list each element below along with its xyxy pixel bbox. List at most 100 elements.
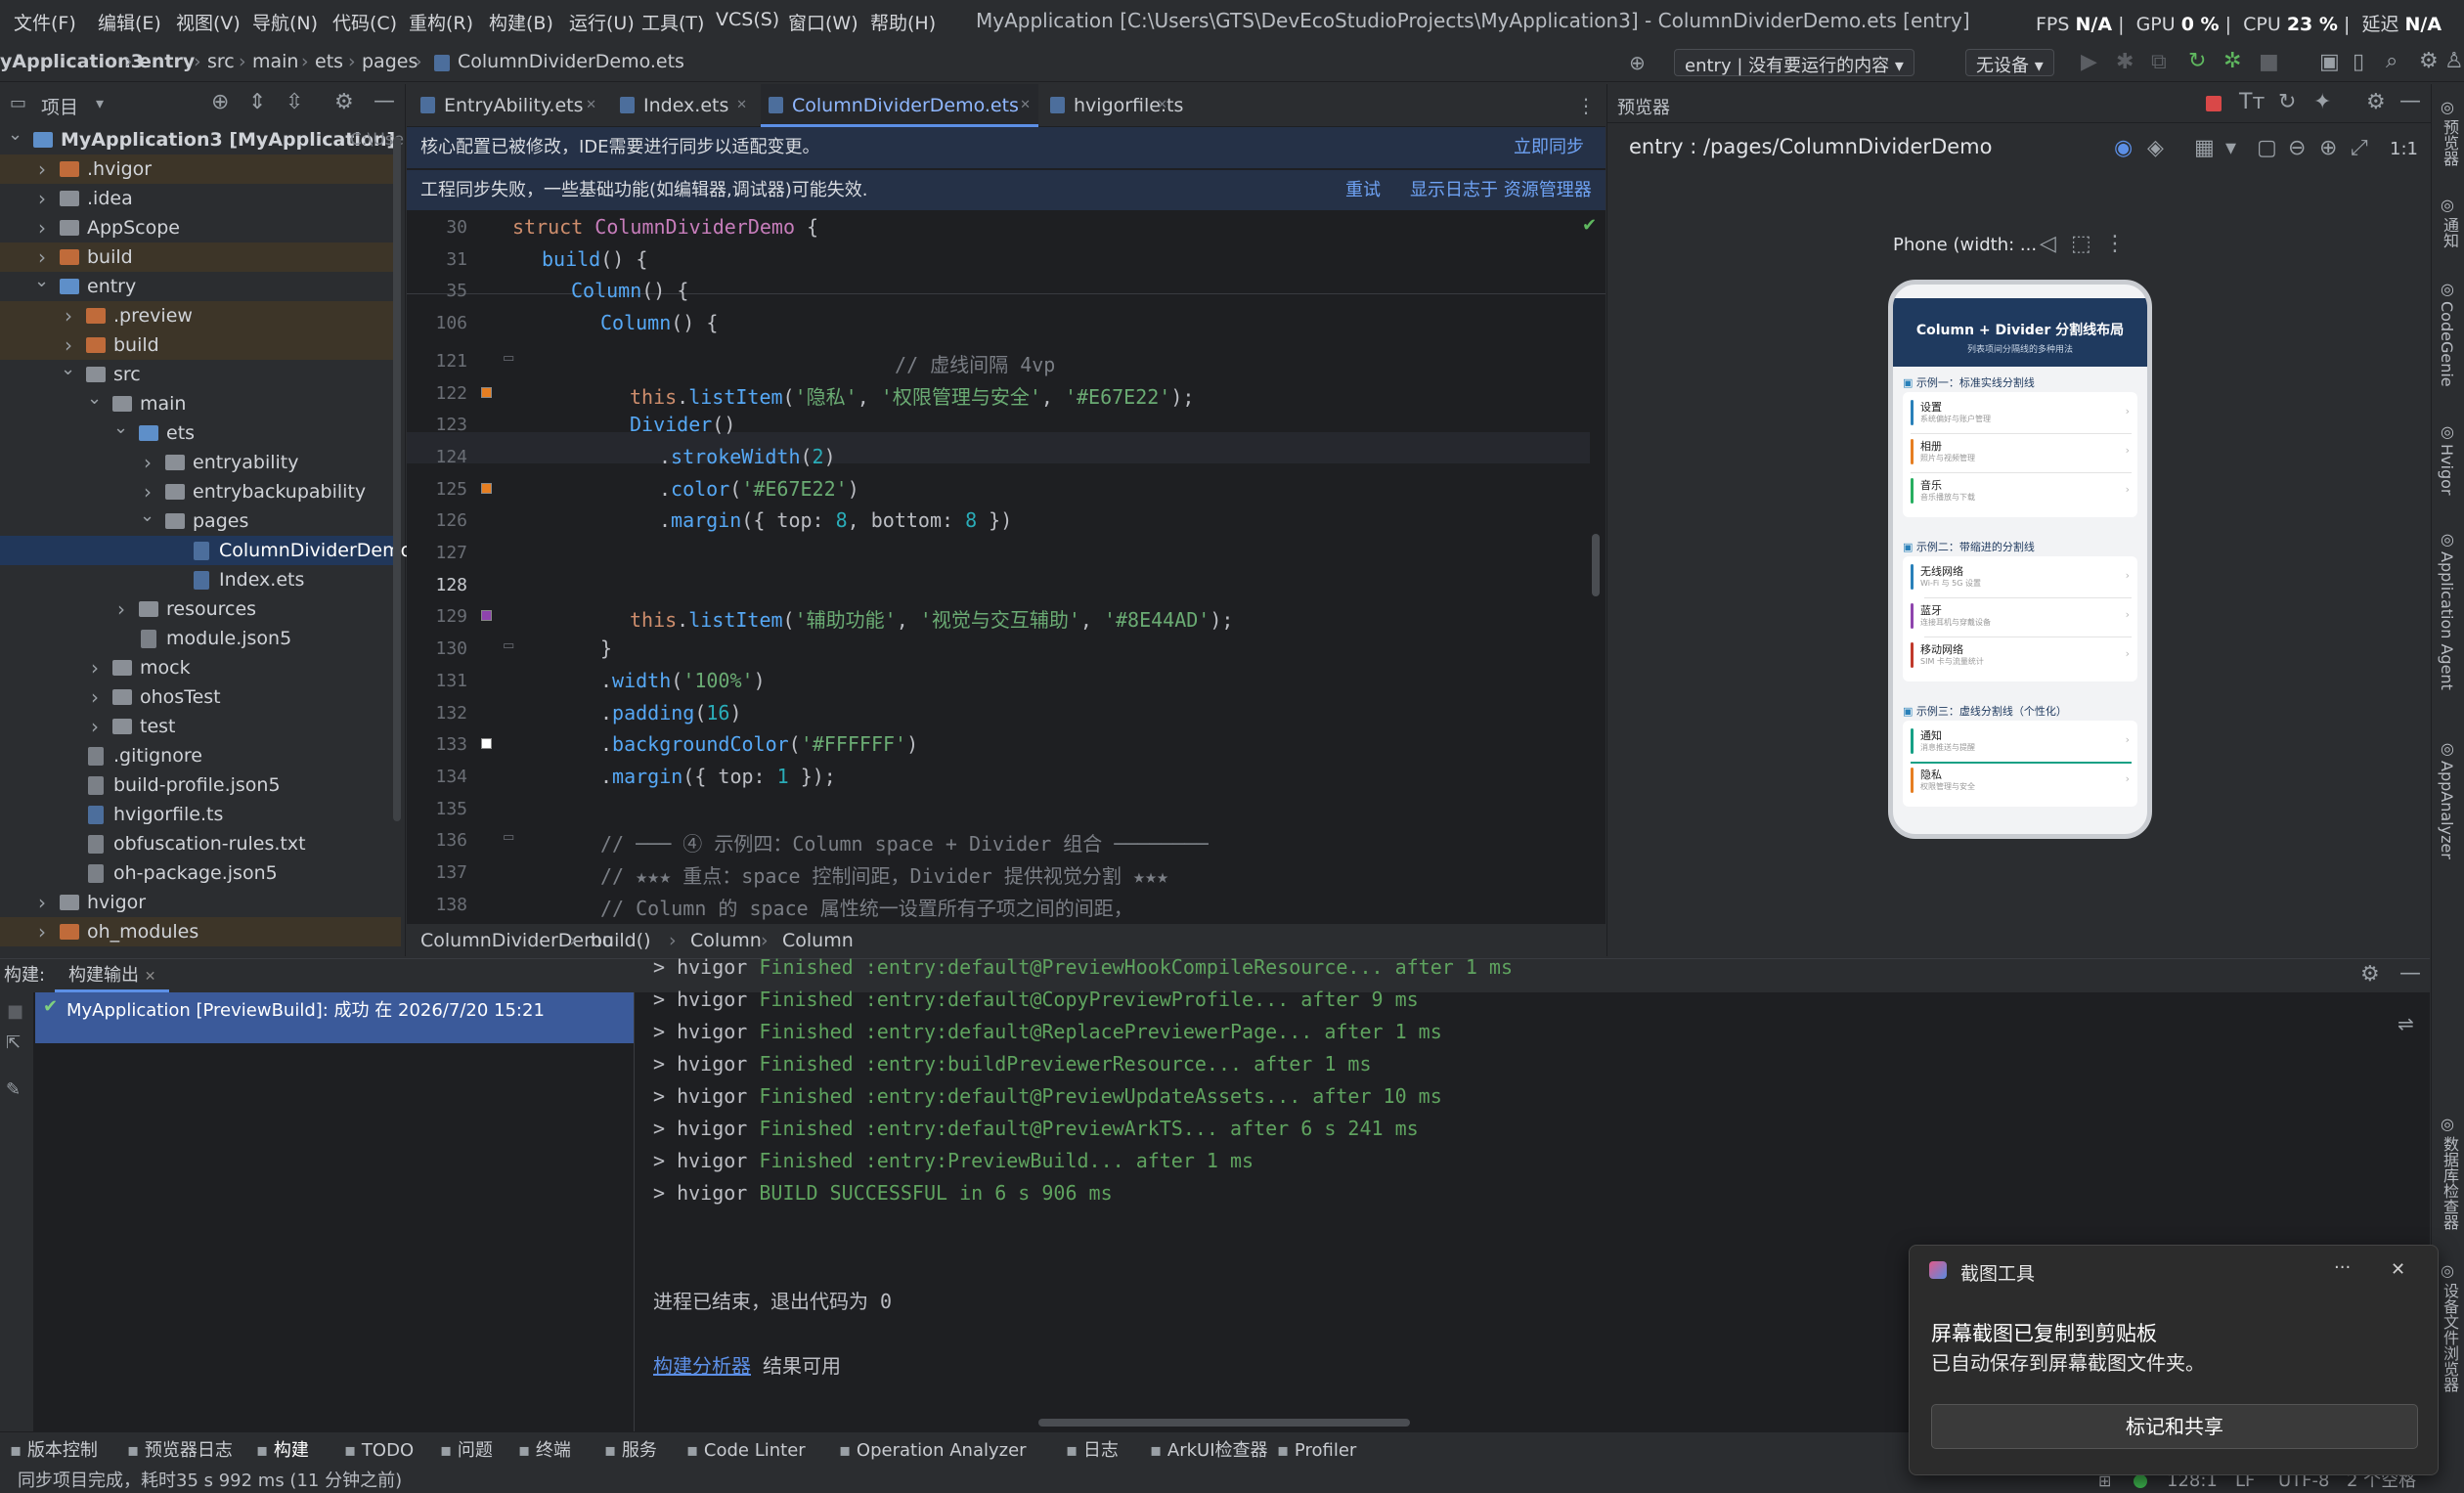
minimize-icon[interactable]: — — [374, 90, 395, 113]
tool-label[interactable]: Hvigor — [2438, 444, 2456, 495]
code-line[interactable]: // 虚线间隔 4vp — [600, 349, 1055, 377]
code-line[interactable]: .margin({ top: 1 }); — [600, 765, 836, 788]
fit-screen-icon[interactable]: ▢ — [2257, 137, 2277, 160]
list-item[interactable]: 相册 照片与视频管理 › — [1911, 435, 2132, 473]
pin-icon[interactable]: ✎ — [6, 1078, 21, 1102]
chevron-right-icon[interactable]: › — [117, 594, 125, 624]
list-item[interactable]: 蓝牙 连接耳机与穿戴设备 › — [1911, 599, 2132, 637]
soft-wrap-icon[interactable]: ⇌ — [2398, 1012, 2414, 1035]
tree-row[interactable]: › entrybackupability — [0, 477, 401, 506]
list-item[interactable]: 无线网络 Wi-Fi 与 5G 设置 › — [1911, 560, 2132, 598]
tree-row[interactable]: Index.ets — [0, 565, 401, 594]
chevron-right-icon[interactable]: › — [65, 301, 72, 330]
editor-crumb[interactable]: Column — [690, 924, 762, 957]
back-icon[interactable]: ◁ — [2040, 233, 2056, 256]
font-size-icon[interactable]: Tт — [2239, 91, 2265, 114]
tree-row[interactable]: › .preview — [0, 301, 401, 330]
code-line[interactable]: .margin({ top: 8, bottom: 8 }) — [659, 508, 1012, 532]
device-file-icon[interactable]: ◎ — [2441, 1261, 2454, 1280]
more-options-icon[interactable]: ⋮ — [1576, 94, 1596, 117]
tree-row[interactable]: › .hvigor — [0, 154, 401, 184]
phone-frame[interactable]: Column + Divider 分割线布局 列表项间分隔线的多种用法 ▣ 示例… — [1888, 280, 2152, 839]
tool-window-button[interactable]: ▪ ArkUI检查器 — [1150, 1432, 1268, 1470]
code-line[interactable]: .color('#E67E22') — [659, 477, 859, 501]
menu-item[interactable]: 编辑(E) — [98, 9, 161, 35]
chevron-down-icon[interactable]: ⌄ — [8, 120, 22, 150]
list-item[interactable]: 设置 系统偏好与账户管理 › — [1911, 396, 2132, 434]
close-icon[interactable]: ✕ — [1020, 84, 1031, 127]
chevron-down-icon[interactable]: ▾ — [2225, 137, 2236, 160]
chevron-down-icon[interactable]: ▾ — [96, 92, 104, 115]
code-line[interactable]: // ★★★ 重点：space 控制间距，Divider 提供视觉分割 ★★★ — [600, 860, 1168, 889]
code-line[interactable]: Column() { — [571, 279, 688, 302]
eye-icon[interactable]: ◎ — [2441, 98, 2454, 116]
tree-row[interactable]: ⌄ MyApplication3 [MyApplication] C:\Use — [0, 124, 404, 154]
tool-window-button[interactable]: ▪ 问题 — [440, 1432, 493, 1470]
tool-window-button[interactable]: ▪ 构建 — [256, 1432, 309, 1470]
tool-label[interactable]: Application Agent — [2438, 551, 2456, 690]
tree-row[interactable]: › build — [0, 242, 401, 272]
list-item[interactable]: 音乐 音乐播放与下载 › — [1911, 474, 2132, 507]
project-structure-icon[interactable]: ▣ — [2319, 51, 2340, 74]
code-line[interactable]: .strokeWidth(2) — [659, 445, 836, 468]
hvigor-icon[interactable]: ◎ — [2441, 422, 2454, 441]
sync-now-link[interactable]: 立即同步 — [1514, 127, 1584, 168]
locate-file-icon[interactable]: ⊕ — [211, 91, 229, 114]
menu-item[interactable]: 导航(N) — [252, 9, 318, 35]
chevron-down-icon[interactable]: ⌄ — [140, 502, 154, 531]
attach-debugger-icon[interactable]: ⧉ — [2151, 51, 2167, 74]
zoom-ratio[interactable]: 1:1 — [2390, 139, 2418, 159]
build-output-tab[interactable]: 构建输出 ✕ — [55, 959, 170, 992]
tool-label[interactable]: AppAnalyzer — [2438, 761, 2456, 859]
code-line[interactable]: this.listItem('隐私', '权限管理与安全', '#E67E22'… — [630, 381, 1194, 410]
gear-icon[interactable]: ⚙ — [2419, 50, 2439, 73]
bell-icon[interactable]: ◎ — [2441, 196, 2454, 214]
fold-icon[interactable]: ▭ — [503, 830, 514, 845]
stop-preview-icon[interactable] — [2206, 96, 2222, 111]
editor-tab[interactable]: Index.ets ✕ — [612, 84, 755, 127]
project-panel-title[interactable]: 项目 — [41, 93, 78, 119]
tool-window-button[interactable]: ▪ 预览器日志 — [127, 1432, 233, 1470]
list-item[interactable]: 通知 消息推送与提醒 › — [1911, 725, 2132, 764]
tool-window-button[interactable]: ▪ TODO — [344, 1432, 414, 1470]
health-indicator-icon[interactable] — [2134, 1474, 2147, 1488]
menu-item[interactable]: 构建(B) — [489, 9, 553, 35]
tool-label[interactable]: 预览器 — [2438, 119, 2461, 166]
sync-bug-icon[interactable]: ✲ — [2223, 50, 2241, 73]
code-line[interactable]: // Column 的 space 属性统一设置所有子项之间的间距， — [600, 893, 1133, 921]
tool-label[interactable]: 通知 — [2438, 217, 2461, 248]
build-analyzer-link[interactable]: 构建分析器 — [653, 1354, 751, 1378]
codegenie-icon[interactable]: ◎ — [2441, 280, 2454, 298]
tree-row[interactable]: module.json5 — [0, 624, 401, 653]
tree-row[interactable]: ⌄ entry — [0, 271, 401, 301]
code-line[interactable]: // ─── ④ 示例四：Column space + Divider 组合 ─… — [600, 828, 1209, 856]
close-icon[interactable]: ✕ — [1157, 84, 1167, 127]
close-icon[interactable]: ✕ — [736, 84, 747, 127]
pin-icon[interactable]: ✦ — [2313, 91, 2331, 114]
tree-row[interactable]: .gitignore — [0, 741, 401, 770]
account-icon[interactable]: ♙ — [2444, 50, 2464, 73]
menu-item[interactable]: 代码(C) — [332, 9, 397, 35]
chevron-right-icon[interactable]: › — [144, 448, 152, 477]
close-icon[interactable]: ✕ — [2391, 1259, 2405, 1280]
layers-icon[interactable]: ◈ — [2147, 137, 2164, 160]
editor-scrollbar[interactable] — [1592, 534, 1600, 596]
tree-row[interactable]: ⌄ src — [0, 359, 401, 389]
chevron-right-icon[interactable]: › — [38, 888, 46, 917]
chevron-down-icon[interactable]: ⌄ — [61, 355, 75, 384]
analyzer-icon[interactable]: ◎ — [2441, 739, 2454, 758]
tree-row[interactable]: ⌄ pages — [0, 505, 401, 536]
close-icon[interactable]: ✕ — [145, 969, 156, 985]
editor-crumb[interactable]: Column — [782, 924, 854, 957]
chevron-right-icon[interactable]: › — [91, 653, 99, 682]
path-crumb[interactable]: ColumnDividerDemo.ets — [458, 51, 684, 72]
stop-icon[interactable]: ■ — [2259, 51, 2279, 74]
editor-tab[interactable]: ColumnDividerDemo.ets ✕ — [761, 84, 1038, 127]
path-crumb[interactable]: pages — [362, 51, 418, 72]
tool-window-button[interactable]: ▪ Profiler — [1277, 1432, 1356, 1470]
tree-row[interactable]: obfuscation-rules.txt — [0, 829, 401, 858]
resize-icon[interactable]: ⤢ — [2351, 137, 2368, 160]
code-line[interactable]: .padding(16) — [600, 701, 742, 725]
tree-row[interactable]: ColumnDividerDemo.e — [0, 536, 429, 565]
tree-row[interactable]: › entryability — [0, 448, 401, 477]
